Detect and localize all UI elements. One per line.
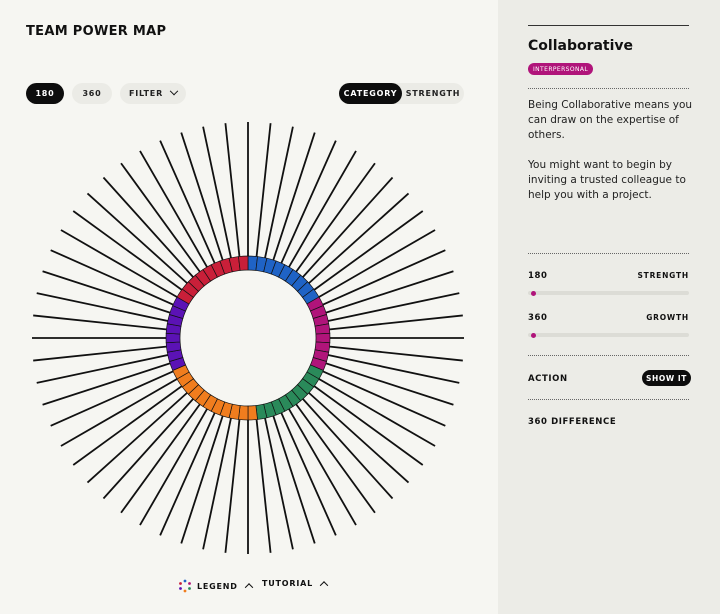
spoke-line[interactable] [224, 123, 242, 271]
spoke-line[interactable] [120, 392, 209, 514]
page-title: TEAM POWER MAP [26, 24, 167, 39]
spoke-line[interactable] [72, 210, 194, 299]
view-360-button[interactable]: 360 [72, 83, 112, 104]
spoke-line[interactable] [120, 162, 209, 284]
spoke-line[interactable] [302, 210, 424, 299]
spoke-line[interactable] [254, 405, 272, 553]
show-it-button[interactable]: SHOW IT [642, 370, 691, 386]
divider [528, 25, 689, 26]
ring-segment[interactable] [315, 332, 331, 344]
tutorial-toggle[interactable]: TUTORIAL [262, 579, 329, 590]
legend-toggle[interactable]: LEGEND [178, 579, 253, 593]
view-180-button[interactable]: 180 [26, 83, 64, 104]
score-180-marker [531, 290, 537, 296]
spoke-line[interactable] [287, 162, 376, 284]
sort-toggle: CATEGORY STRENGTH [339, 83, 464, 104]
filter-label: FILTER [128, 89, 164, 98]
score-360-row: 360 GROWTH [528, 313, 689, 323]
tutorial-label: TUTORIAL [262, 579, 314, 588]
divider [528, 88, 689, 89]
spoke-line[interactable] [302, 377, 424, 466]
legend-dots-icon [179, 579, 191, 593]
trait-detail-panel: Collaborative INTERPERSONAL Being Collab… [498, 0, 720, 614]
trait-description: Being Collaborative means you can draw o… [528, 99, 693, 141]
score-180-label: 180 [528, 271, 548, 281]
spoke-line[interactable] [33, 344, 181, 362]
spoke-line[interactable] [315, 314, 463, 332]
power-map-radial-chart[interactable] [0, 110, 498, 570]
chevron-down-icon [169, 86, 179, 95]
spoke-line[interactable] [72, 377, 194, 466]
divider [528, 355, 689, 356]
ring-segment[interactable] [247, 405, 258, 421]
spoke-line[interactable] [287, 392, 376, 514]
score-180-type: STRENGTH [637, 271, 689, 280]
score-360-label: 360 [528, 313, 548, 323]
spoke-line[interactable] [33, 314, 181, 332]
trait-name: Collaborative [528, 38, 634, 54]
chevron-up-icon [244, 583, 253, 592]
score-360-marker [531, 332, 537, 338]
action-label: ACTION [528, 374, 568, 384]
trait-suggestion: You might want to begin by inviting a tr… [528, 159, 686, 201]
divider [528, 399, 689, 400]
score-180-track [528, 290, 689, 296]
difference-label[interactable]: 360 DIFFERENCE [528, 417, 689, 427]
strength-toggle[interactable]: STRENGTH [402, 83, 464, 104]
category-toggle[interactable]: CATEGORY [339, 83, 402, 104]
score-360-type: GROWTH [646, 313, 689, 322]
score-360-track [528, 332, 689, 338]
ring-segment[interactable] [238, 255, 249, 271]
map-area: TEAM POWER MAP 180 360 FILTER CATEGORY S… [0, 0, 498, 614]
score-180-row: 180 STRENGTH [528, 271, 689, 281]
chevron-up-icon [319, 580, 329, 590]
category-badge: INTERPERSONAL [528, 63, 594, 75]
legend-label: LEGEND [197, 581, 238, 591]
spoke-line[interactable] [254, 123, 272, 271]
filter-dropdown[interactable]: FILTER [120, 83, 186, 104]
spoke-line[interactable] [315, 344, 463, 362]
divider [528, 253, 689, 254]
spoke-line[interactable] [224, 405, 242, 553]
ring-segment[interactable] [165, 332, 181, 344]
